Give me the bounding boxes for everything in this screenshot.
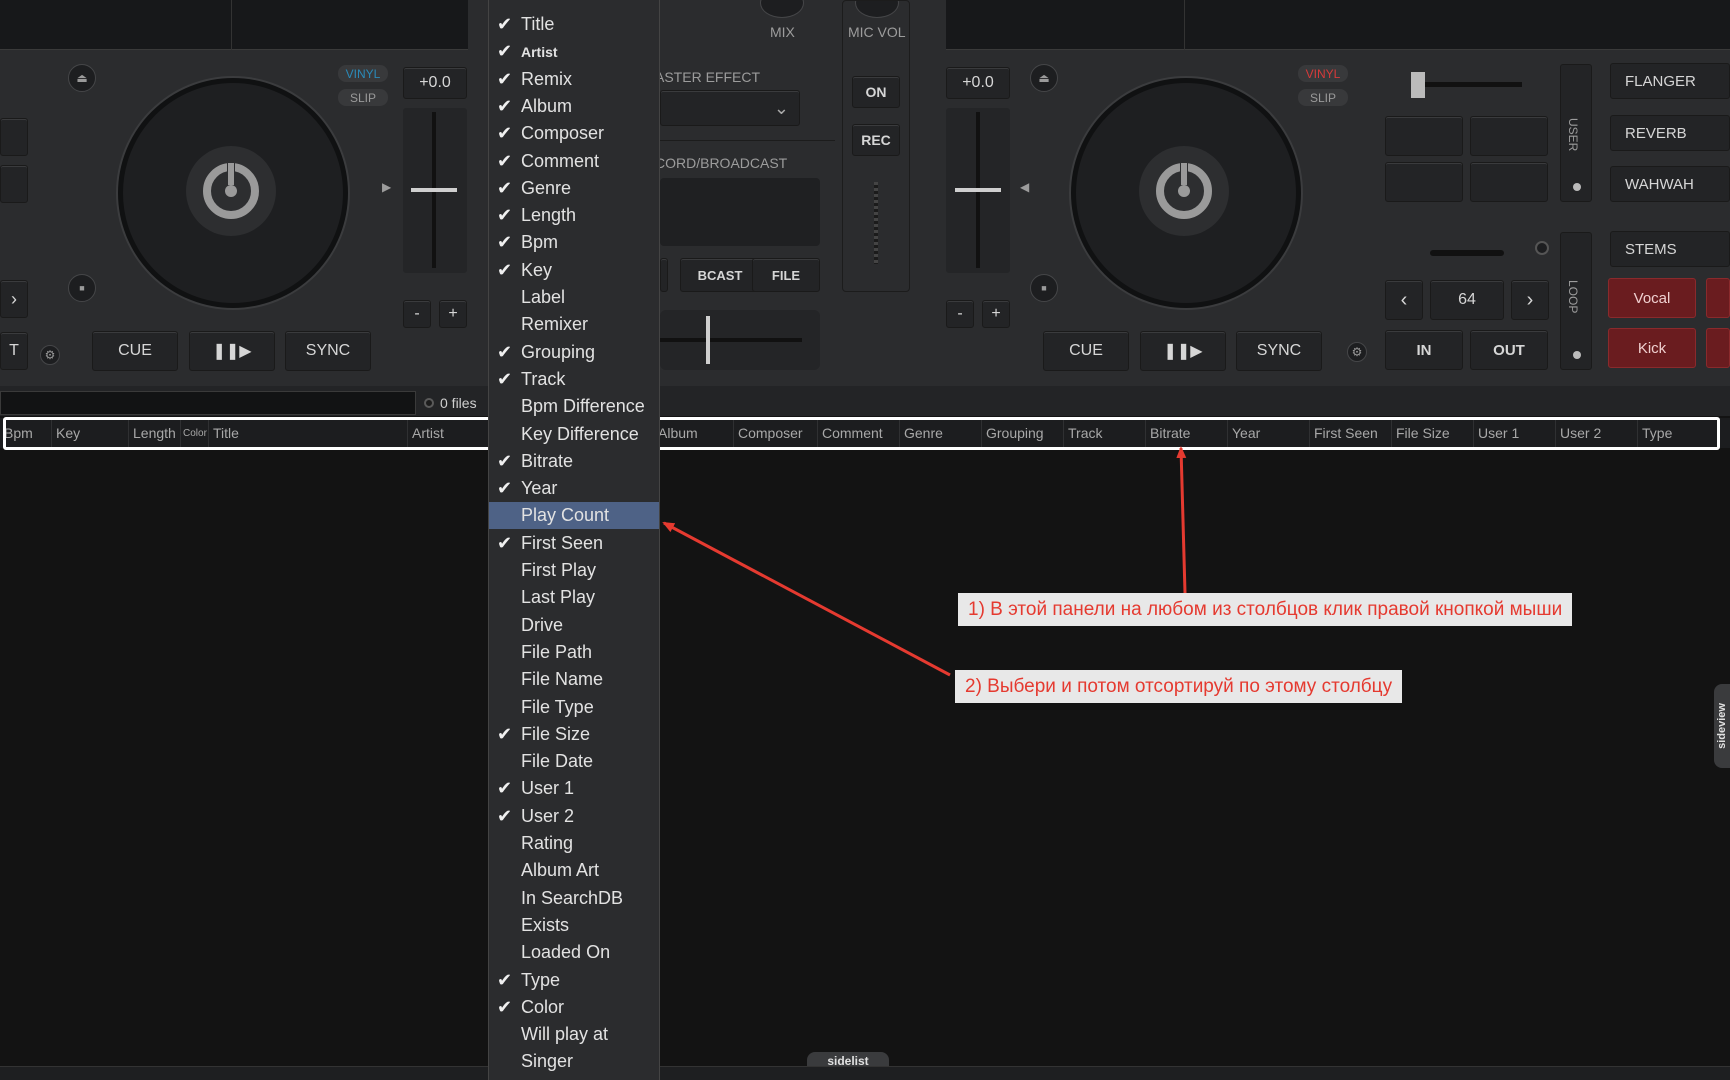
annotation-arrow-2 <box>662 521 951 677</box>
annotation-note-2: 2) Выбери и потом отсортируй по этому ст… <box>955 670 1403 703</box>
virtualdj-window: { "left_deck": { "vinyl": "VINYL", "slip… <box>0 0 1730 1080</box>
annotation-arrow-1 <box>1176 446 1187 594</box>
annotation-note-1: 1) В этой панели на любом из столбцов кл… <box>958 593 1573 626</box>
annotation-arrows <box>662 446 1187 677</box>
